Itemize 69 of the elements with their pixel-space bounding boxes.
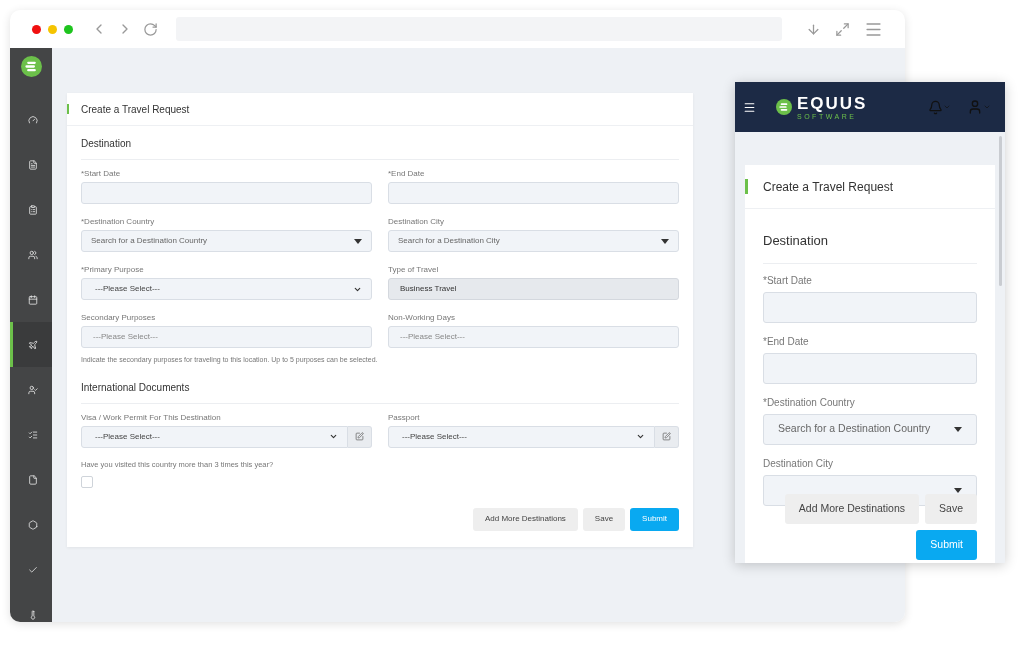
field-label: Non-Working Days bbox=[388, 314, 456, 322]
form-title: Create a Travel Request bbox=[81, 102, 190, 117]
field-label: *Start Date bbox=[763, 275, 813, 286]
gauge-icon bbox=[27, 114, 38, 125]
download-icon[interactable] bbox=[806, 21, 821, 37]
edit-icon bbox=[355, 432, 364, 441]
multiselect-field[interactable]: ---Please Select--- bbox=[388, 326, 679, 348]
logo-icon bbox=[776, 99, 792, 115]
sidebar-item[interactable] bbox=[10, 322, 52, 367]
form-title: Create a Travel Request bbox=[763, 178, 894, 196]
chevron-icon bbox=[983, 103, 991, 111]
edit-button[interactable] bbox=[348, 425, 372, 448]
document-icon bbox=[27, 159, 38, 170]
caret-icon bbox=[354, 238, 362, 244]
calendar-icon bbox=[27, 294, 38, 305]
multiselect-field[interactable]: ---Please Select--- bbox=[81, 326, 372, 348]
expand-icon[interactable] bbox=[835, 21, 850, 37]
logo-icon bbox=[20, 56, 42, 77]
field-label: Type of Travel bbox=[388, 266, 440, 274]
section-heading: Destination bbox=[763, 231, 977, 264]
chevron-icon bbox=[636, 432, 645, 441]
action-button[interactable]: Save bbox=[582, 507, 626, 531]
check-icon bbox=[27, 564, 38, 575]
menu-icon[interactable] bbox=[743, 100, 756, 114]
edit-button[interactable] bbox=[655, 425, 679, 448]
clipboard-icon bbox=[27, 204, 38, 215]
field-label: Passport bbox=[388, 413, 421, 422]
chevron-icon bbox=[329, 432, 338, 441]
chevron-icon bbox=[943, 103, 951, 111]
field-label: *Destination Country bbox=[763, 397, 856, 408]
field-label: *Destination Country bbox=[81, 218, 156, 226]
file-icon bbox=[27, 474, 38, 485]
brand-name: EQUUS bbox=[797, 94, 868, 112]
plane-icon bbox=[27, 339, 38, 350]
field-label: *Start Date bbox=[81, 170, 122, 178]
action-button[interactable]: Add More Destinations bbox=[472, 507, 578, 531]
date-field[interactable] bbox=[763, 352, 977, 384]
field-label: *Primary Purpose bbox=[81, 266, 145, 274]
date-field[interactable] bbox=[81, 182, 372, 204]
field-label: *End Date bbox=[763, 336, 810, 347]
checklist-icon bbox=[27, 429, 38, 440]
date-field[interactable] bbox=[388, 182, 679, 204]
section-heading: International Documents bbox=[81, 379, 679, 404]
search-dropdown[interactable]: Search for a Destination Country bbox=[763, 413, 977, 445]
field-label: Secondary Purposes bbox=[81, 314, 157, 322]
action-button[interactable]: Save bbox=[925, 494, 977, 524]
section-heading: Destination bbox=[81, 136, 679, 160]
reload-icon[interactable] bbox=[143, 21, 158, 37]
bell-icon[interactable] bbox=[928, 99, 943, 115]
edit-icon bbox=[662, 432, 671, 441]
select-field[interactable]: ---Please Select--- bbox=[81, 278, 372, 300]
select-field[interactable]: ---Please Select--- bbox=[388, 425, 655, 448]
readonly-field: Business Travel bbox=[388, 278, 679, 300]
people-icon bbox=[27, 249, 38, 260]
field-label: Destination City bbox=[388, 218, 446, 226]
action-button[interactable]: Add More Destinations bbox=[784, 494, 920, 524]
select-field[interactable]: ---Please Select--- bbox=[81, 425, 348, 448]
user-icon bbox=[27, 384, 38, 395]
field-label: *End Date bbox=[388, 170, 426, 178]
search-dropdown[interactable]: Search for a Destination City bbox=[388, 230, 679, 252]
user-icon[interactable] bbox=[967, 99, 983, 115]
field-label: Visa / Work Permit For This Destination bbox=[81, 413, 222, 422]
caret-icon bbox=[954, 426, 962, 432]
date-field[interactable] bbox=[763, 291, 977, 323]
search-dropdown[interactable]: Search for a Destination Country bbox=[81, 230, 372, 252]
hexagon-icon bbox=[27, 519, 38, 530]
field-label: Destination City bbox=[763, 458, 835, 469]
checkbox[interactable] bbox=[81, 475, 93, 488]
caret-icon bbox=[661, 238, 669, 244]
